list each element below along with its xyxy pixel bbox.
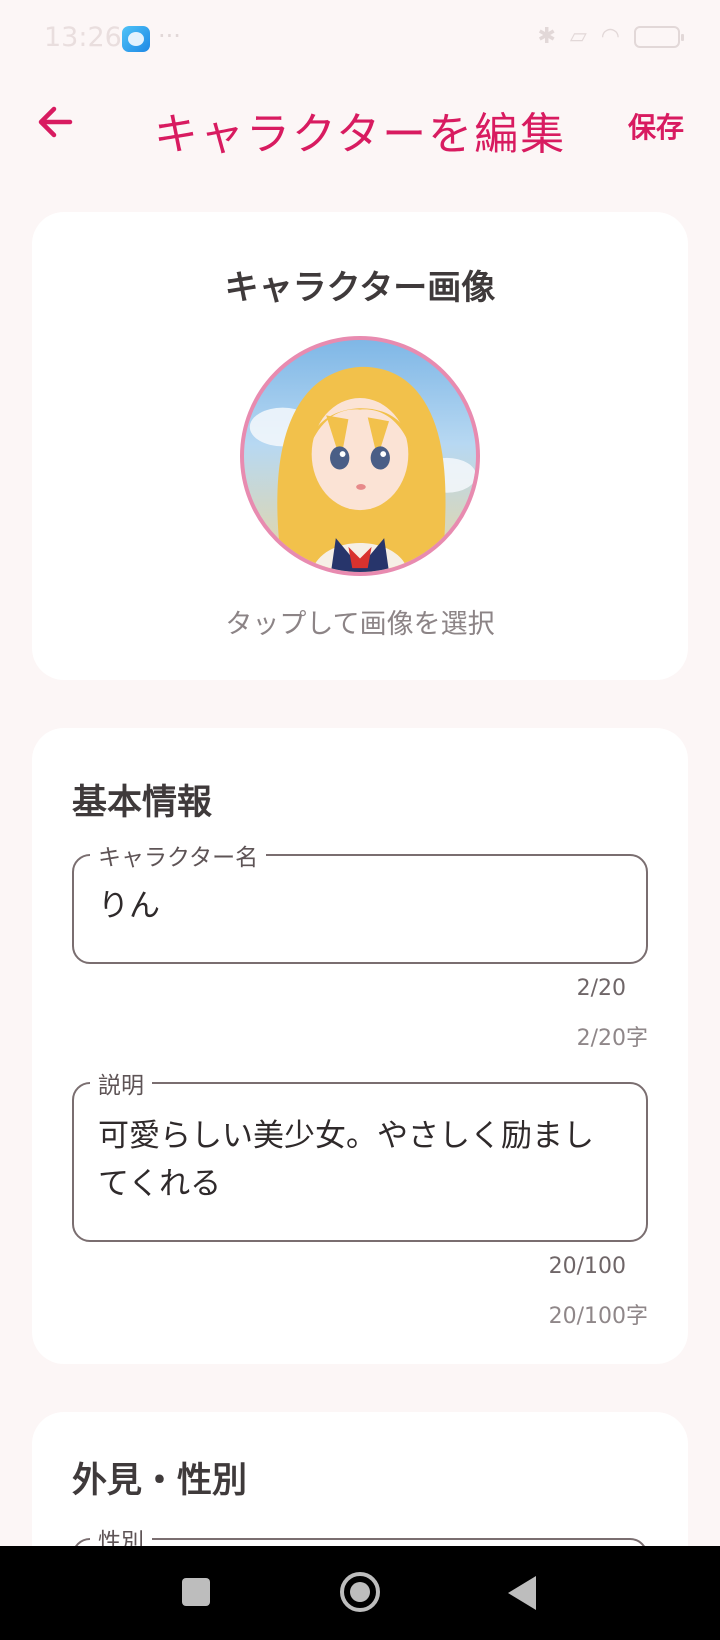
description-char-counter-label: 20/100字 xyxy=(548,1304,648,1329)
description-label: 説明 xyxy=(90,1066,152,1100)
save-button[interactable]: 保存 xyxy=(628,106,684,146)
bluetooth-icon: ✱ xyxy=(537,24,556,49)
more-notifications-icon: ··· xyxy=(158,22,181,50)
app-bar: キャラクターを編集 保存 xyxy=(0,80,720,172)
image-section-title: キャラクター画像 xyxy=(224,268,496,308)
edit-character-screen: 13:26 ··· ✱ ▱ ◠ キャラクターを編集 保存 キャラクター画像 タッ… xyxy=(0,0,720,1640)
name-char-counter-label: 2/20字 xyxy=(576,1026,648,1051)
appearance-title: 外見・性別 xyxy=(72,1461,248,1501)
wifi-icon: ◠ xyxy=(600,24,620,49)
character-avatar[interactable] xyxy=(240,336,480,576)
status-bar: 13:26 ··· ✱ ▱ ◠ xyxy=(0,0,720,80)
character-name-label: キャラクター名 xyxy=(90,838,267,872)
name-char-counter: 2/20 xyxy=(576,976,626,1001)
home-button[interactable] xyxy=(340,1572,380,1612)
signal-icon: ▱ xyxy=(569,24,587,49)
description-field[interactable]: 説明 可愛らしい美少女。やさしく励ましてくれる xyxy=(72,1066,648,1242)
character-name-field[interactable]: キャラクター名 りん xyxy=(72,838,648,964)
status-icons: ✱ ▱ ◠ xyxy=(537,24,684,49)
basic-info-title: 基本情報 xyxy=(72,783,213,823)
recents-button[interactable] xyxy=(182,1578,210,1606)
basic-info-card: 基本情報 キャラクター名 りん 2/20 2/20字 説明 可愛らしい美少女。や… xyxy=(32,728,688,1364)
character-image-card: キャラクター画像 タップして画像を選択 xyxy=(32,212,688,680)
app-notification-icon xyxy=(122,26,150,52)
image-select-hint: タップして画像を選択 xyxy=(225,609,495,640)
system-nav-bar xyxy=(0,1546,720,1640)
character-portrait-image xyxy=(249,366,476,572)
battery-icon xyxy=(634,25,684,48)
status-time: 13:26 xyxy=(44,22,122,53)
character-name-value: りん xyxy=(98,888,160,924)
description-char-counter: 20/100 xyxy=(548,1254,626,1279)
description-value: 可愛らしい美少女。やさしく励ましてくれる xyxy=(98,1118,594,1202)
system-back-button[interactable] xyxy=(508,1576,536,1610)
page-title: キャラクターを編集 xyxy=(153,109,567,160)
